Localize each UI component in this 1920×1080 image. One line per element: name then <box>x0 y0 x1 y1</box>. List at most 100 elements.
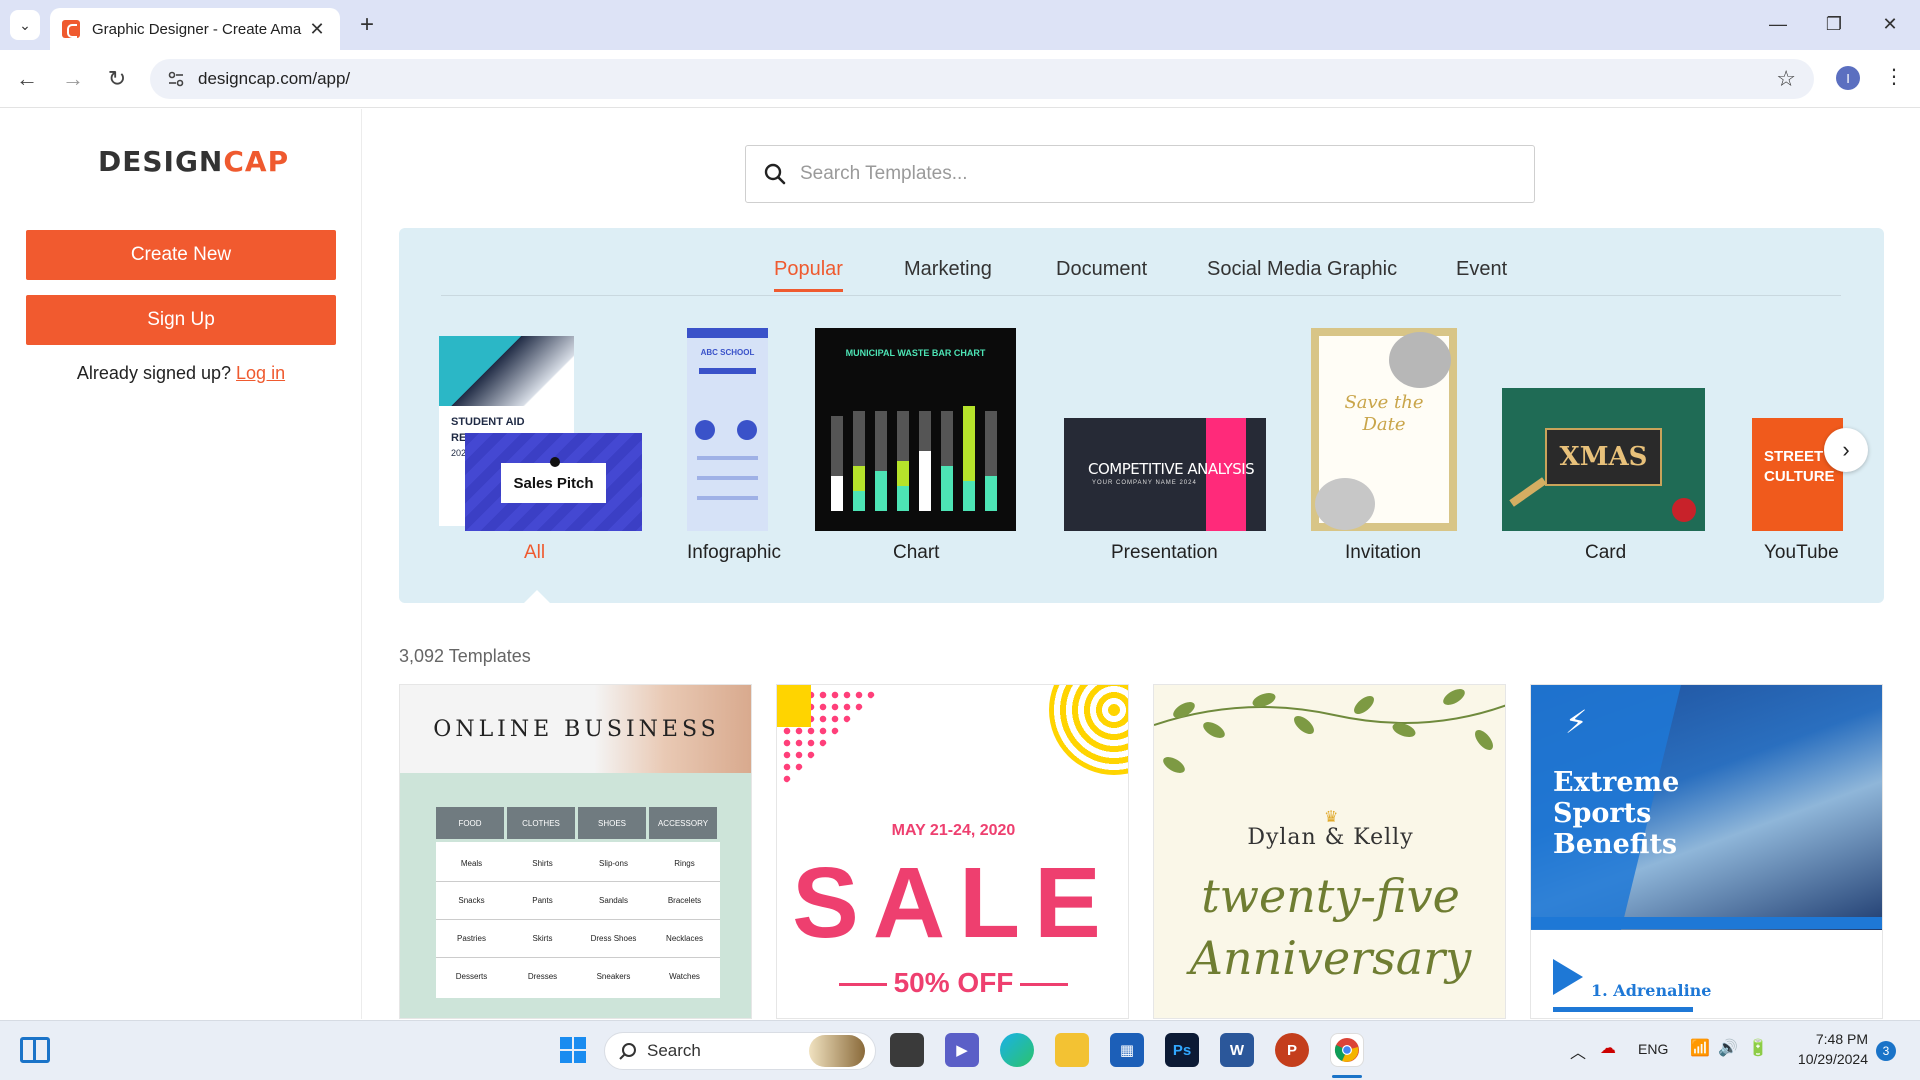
table-cell: Pants <box>532 896 553 905</box>
tray-overflow-chevron-icon[interactable]: ︿ <box>1570 1039 1586 1063</box>
table-cell: Bracelets <box>667 896 702 905</box>
powerpoint-icon[interactable]: P <box>1275 1033 1309 1067</box>
edge-icon[interactable] <box>1000 1033 1034 1067</box>
templates-count: 3,092 Templates <box>399 646 531 666</box>
designcap-logo[interactable]: DESIGNCAP <box>98 145 289 178</box>
table-header: SHOES <box>578 807 646 839</box>
omnibox[interactable]: designcap.com/app/ ☆ <box>150 59 1814 99</box>
category-all[interactable]: All <box>524 542 545 564</box>
tab-search-chevron-icon[interactable]: ⌄ <box>10 10 40 40</box>
language-indicator[interactable]: ENG <box>1638 1041 1668 1057</box>
table-row: Desserts Dresses Sneakers Watches <box>436 958 720 994</box>
category-invitation[interactable]: Invitation <box>1345 542 1421 564</box>
category-presentation[interactable]: Presentation <box>1111 542 1218 564</box>
microsoft-store-icon[interactable]: ▦ <box>1110 1033 1144 1067</box>
browser-tab-bar: ⌄ Graphic Designer - Create Ama ✕ + — ❐ … <box>0 0 1920 50</box>
photoshop-icon[interactable]: Ps <box>1165 1033 1199 1067</box>
forward-arrow-icon[interactable]: → <box>56 62 90 96</box>
template-card-extreme-sports[interactable]: ⚡ Extreme Sports Benefits 1. Adrenaline <box>1530 684 1883 1019</box>
sidebar: DESIGNCAP Create New Sign Up Already sig… <box>0 109 362 1019</box>
category-youtube[interactable]: YouTube <box>1764 542 1839 564</box>
widgets-icon[interactable] <box>20 1037 50 1063</box>
reload-icon[interactable]: ↻ <box>100 62 134 96</box>
table-cell: Rings <box>674 859 695 868</box>
student-aid-year: 202 <box>451 448 467 458</box>
sale-big-text: SALE <box>792 847 1115 959</box>
browser-menu-icon[interactable]: ⋮ <box>1884 64 1904 89</box>
teams-icon[interactable]: ▶ <box>945 1033 979 1067</box>
notification-badge[interactable]: 3 <box>1876 1041 1896 1061</box>
sales-pitch-text: Sales Pitch <box>501 463 606 503</box>
bookmark-star-icon[interactable]: ☆ <box>1776 66 1796 92</box>
online-business-table: FOOD CLOTHES SHOES ACCESSORY Meals Shirt… <box>436 807 720 998</box>
thumb-card[interactable]: XMAS <box>1502 388 1705 531</box>
sports-title-line3: Benefits <box>1553 829 1678 860</box>
table-cell: Dress Shoes <box>590 934 637 943</box>
anniversary-line1: twenty-five <box>1201 869 1460 923</box>
wifi-icon[interactable]: 📶 <box>1690 1038 1710 1058</box>
file-explorer-icon[interactable] <box>1055 1033 1089 1067</box>
url-text[interactable]: designcap.com/app/ <box>198 69 350 89</box>
address-bar-row: ← → ↻ designcap.com/app/ ☆ I ⋮ <box>0 50 1920 108</box>
tab-popular[interactable]: Popular <box>774 258 843 292</box>
category-chart[interactable]: Chart <box>893 542 939 564</box>
taskbar-search-icon <box>619 1043 636 1060</box>
thumb-all-sales-pitch[interactable]: Sales Pitch <box>465 433 642 531</box>
search-input[interactable] <box>800 163 1500 185</box>
template-search-box[interactable] <box>745 145 1535 203</box>
active-category-pointer <box>523 590 551 604</box>
tab-event[interactable]: Event <box>1456 258 1507 289</box>
restore-icon[interactable]: ❐ <box>1814 8 1854 40</box>
windows-start-icon[interactable] <box>556 1033 590 1067</box>
word-icon[interactable]: W <box>1220 1033 1254 1067</box>
category-infographic[interactable]: Infographic <box>687 542 781 564</box>
sign-up-button[interactable]: Sign Up <box>26 295 336 345</box>
crown-icon: ♛ <box>1324 809 1339 826</box>
task-view-icon[interactable] <box>890 1033 924 1067</box>
runner-logo-icon: ⚡ <box>1565 704 1588 740</box>
leaf-vines-decoration <box>1154 689 1505 773</box>
culture-text: CULTURE <box>1764 468 1835 485</box>
template-card-anniversary[interactable]: ♛ Dylan & Kelly twenty-five Anniversary <box>1153 684 1506 1019</box>
windows-taskbar: Search ▶ ▦ Ps W P ︿ ☁ ENG 📶 🔊 🔋 7:48 PM … <box>0 1020 1920 1080</box>
tab-marketing[interactable]: Marketing <box>904 258 992 289</box>
battery-icon[interactable]: 🔋 <box>1748 1038 1768 1058</box>
taskbar-search-box[interactable]: Search <box>604 1032 876 1070</box>
clock-date[interactable]: 10/29/2024 <box>1786 1051 1868 1067</box>
site-info-icon[interactable] <box>164 67 188 91</box>
anniversary-names: Dylan & Kelly <box>1247 825 1414 850</box>
table-cell: Necklaces <box>666 934 703 943</box>
adrenaline-item: 1. Adrenaline <box>1591 981 1712 1000</box>
save-the-text: Save the <box>1344 392 1424 413</box>
new-tab-plus-icon[interactable]: + <box>352 10 382 40</box>
onedrive-error-icon[interactable]: ☁ <box>1600 1038 1616 1058</box>
log-in-link[interactable]: Log in <box>236 363 285 383</box>
student-aid-text-2: RE <box>451 432 467 444</box>
category-card[interactable]: Card <box>1585 542 1626 564</box>
minimize-icon[interactable]: — <box>1758 8 1798 40</box>
thumb-chart[interactable]: MUNICIPAL WASTE BAR CHART <box>815 328 1016 531</box>
template-card-online-business[interactable]: ONLINE BUSINESS FOOD CLOTHES SHOES ACCES… <box>399 684 752 1019</box>
carousel-next-arrow-icon[interactable]: › <box>1824 428 1868 472</box>
thumb-presentation[interactable]: COMPETITIVE ANALYSIS YOUR COMPANY NAME 2… <box>1064 418 1266 531</box>
table-cell: Slip-ons <box>599 859 628 868</box>
table-cell: Watches <box>669 971 700 981</box>
browser-tab-active[interactable]: Graphic Designer - Create Ama ✕ <box>50 8 340 50</box>
table-row: Snacks Pants Sandals Bracelets <box>436 882 720 920</box>
template-card-sale[interactable]: MAY 21-24, 2020 SALE 50% OFF <box>776 684 1129 1019</box>
back-arrow-icon[interactable]: ← <box>10 62 44 96</box>
create-new-button[interactable]: Create New <box>26 230 336 280</box>
tab-social-media-graphic[interactable]: Social Media Graphic <box>1207 258 1397 289</box>
already-signed-up-text: Already signed up? Log in <box>0 363 362 384</box>
thumb-infographic[interactable]: ABC SCHOOL <box>687 328 768 531</box>
thumb-invitation[interactable]: Save the Date <box>1311 328 1457 531</box>
table-row: Meals Shirts Slip-ons Rings <box>436 846 720 882</box>
tab-document[interactable]: Document <box>1056 258 1147 289</box>
table-cell: Sandals <box>599 896 628 905</box>
chrome-icon[interactable] <box>1330 1033 1364 1067</box>
profile-avatar[interactable]: I <box>1836 66 1860 90</box>
window-close-icon[interactable]: ✕ <box>1870 8 1910 40</box>
tab-close-icon[interactable]: ✕ <box>306 19 328 40</box>
volume-icon[interactable]: 🔊 <box>1718 1038 1738 1058</box>
clock-time[interactable]: 7:48 PM <box>1790 1031 1868 1047</box>
